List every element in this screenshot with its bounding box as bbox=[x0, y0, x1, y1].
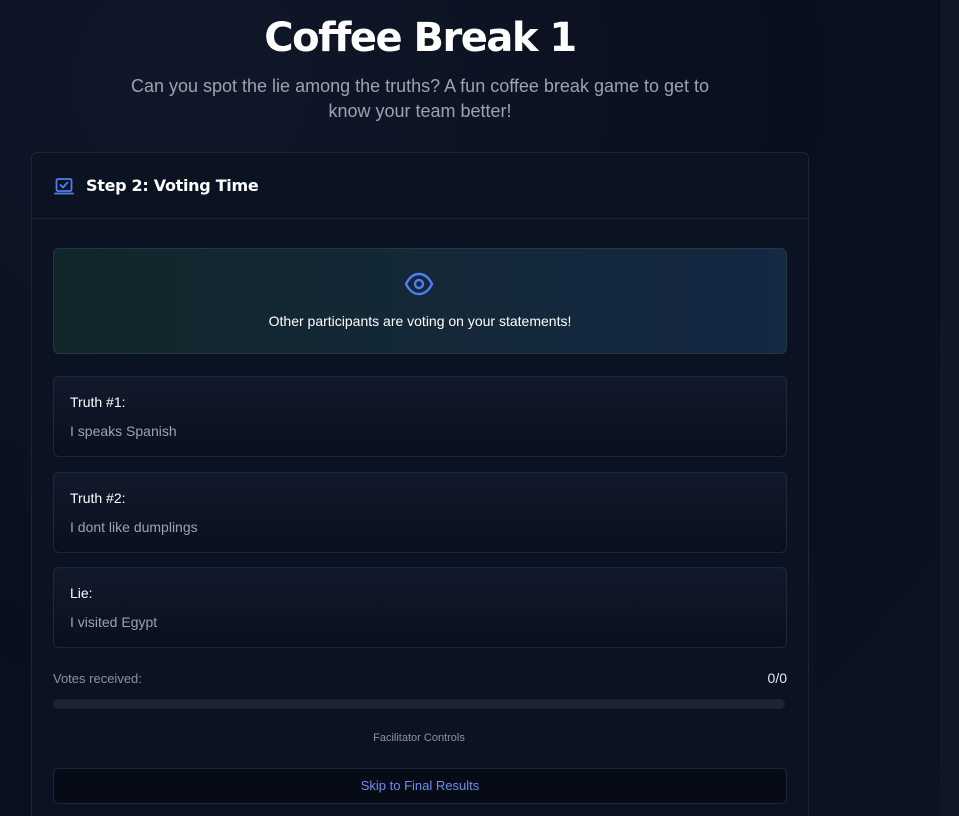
voting-status-banner: Other participants are voting on your st… bbox=[53, 248, 787, 354]
statement-label: Truth #2: bbox=[70, 490, 126, 506]
scrollbar-track[interactable] bbox=[941, 0, 959, 816]
facilitator-controls-label: Facilitator Controls bbox=[373, 732, 465, 744]
eye-icon bbox=[404, 271, 434, 297]
statement-card-truth-2: Truth #2: I dont like dumplings bbox=[53, 472, 787, 553]
step-title: Step 2: Voting Time bbox=[86, 176, 259, 195]
statement-card-lie: Lie: I visited Egypt bbox=[53, 567, 787, 648]
statement-label: Truth #1: bbox=[70, 394, 126, 410]
page: Coffee Break 1 Can you spot the lie amon… bbox=[0, 0, 959, 816]
votes-count: 0/0 bbox=[767, 670, 787, 686]
vote-box-icon bbox=[54, 176, 74, 196]
statement-text: I speaks Spanish bbox=[70, 423, 177, 439]
voting-card: Step 2: Voting Time Other participants a… bbox=[31, 152, 809, 816]
card-header: Step 2: Voting Time bbox=[32, 153, 808, 219]
votes-received-label: Votes received: bbox=[53, 671, 142, 686]
statement-text: I dont like dumplings bbox=[70, 519, 198, 535]
page-subtitle: Can you spot the lie among the truths? A… bbox=[130, 76, 710, 121]
banner-text: Other participants are voting on your st… bbox=[268, 313, 572, 329]
statement-text: I visited Egypt bbox=[70, 614, 158, 630]
page-title: Coffee Break 1 bbox=[264, 15, 577, 61]
statement-card-truth-1: Truth #1: I speaks Spanish bbox=[53, 376, 787, 457]
votes-progress-bar bbox=[53, 699, 785, 709]
skip-to-final-results-button[interactable]: Skip to Final Results bbox=[53, 768, 787, 804]
statement-label: Lie: bbox=[70, 585, 93, 601]
